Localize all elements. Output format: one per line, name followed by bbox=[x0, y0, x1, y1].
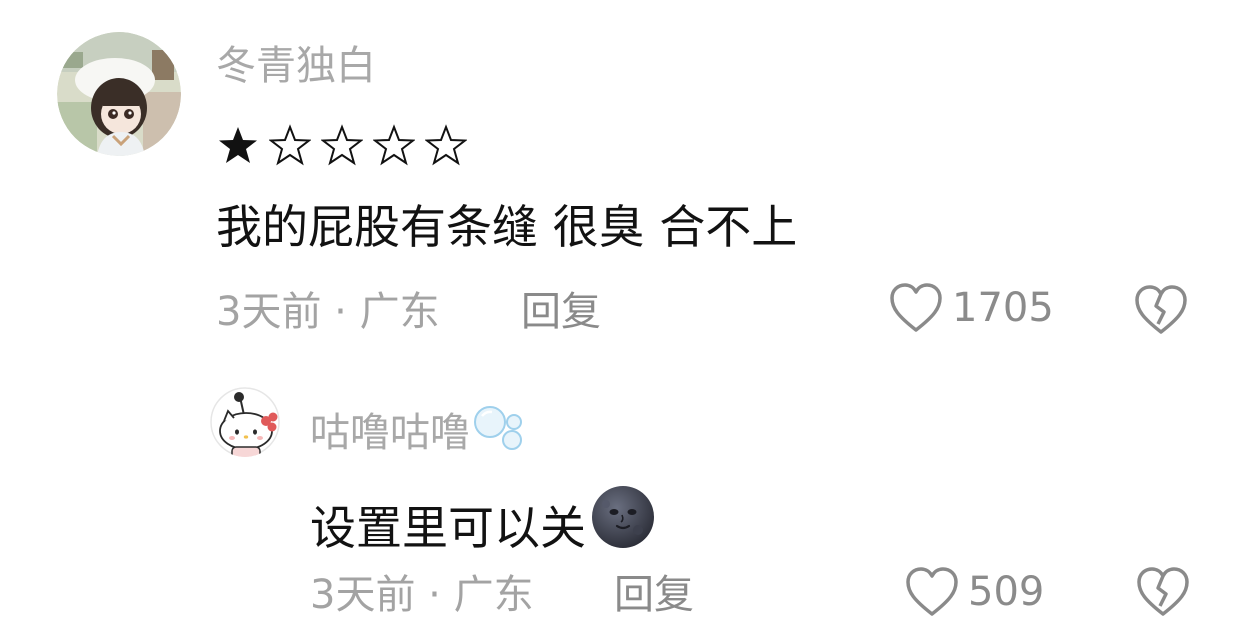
comment-text-content: 设置里可以关 bbox=[310, 501, 586, 555]
comment-meta: 3天前 · 广东 bbox=[310, 572, 534, 618]
star-outline-icon bbox=[373, 124, 415, 166]
heart-outline-icon bbox=[906, 567, 958, 616]
dislike-button[interactable] bbox=[1135, 566, 1191, 622]
comment-item: 冬青独白 我的屁股有条缝 很臭 合不上 3天前 · 广东 回复 1705 bbox=[0, 0, 1256, 360]
new-moon-face-emoji bbox=[592, 486, 654, 548]
comment-meta: 3天前 · 广东 bbox=[216, 289, 440, 335]
reply-comment-item: 咕噜咕噜 设置里可以关 3天前 · 广东 回复 509 bbox=[0, 360, 1256, 628]
like-button[interactable]: 509 bbox=[904, 566, 1044, 618]
star-rating bbox=[217, 124, 467, 166]
like-button[interactable]: 1705 bbox=[888, 282, 1054, 334]
username-text: 咕噜咕噜 bbox=[310, 410, 470, 456]
username[interactable]: 冬青独白 bbox=[216, 46, 376, 86]
star-outline-icon bbox=[425, 124, 467, 166]
user-avatar[interactable] bbox=[57, 32, 181, 156]
star-outline-icon bbox=[321, 124, 363, 166]
dislike-button[interactable] bbox=[1133, 284, 1189, 340]
bubbles-icon bbox=[474, 406, 522, 450]
comment-text: 我的屁股有条缝 很臭 合不上 bbox=[216, 200, 798, 254]
reply-button[interactable]: 回复 bbox=[614, 575, 694, 615]
reply-button[interactable]: 回复 bbox=[521, 292, 601, 332]
star-outline-icon bbox=[269, 124, 311, 166]
user-avatar[interactable] bbox=[210, 387, 280, 457]
comment-text: 设置里可以关 bbox=[310, 484, 656, 551]
like-count: 509 bbox=[968, 569, 1045, 615]
broken-heart-icon bbox=[1135, 285, 1187, 334]
username[interactable]: 咕噜咕噜 bbox=[310, 404, 528, 454]
like-count: 1705 bbox=[952, 285, 1054, 331]
heart-outline-icon bbox=[890, 283, 942, 332]
star-filled-icon bbox=[219, 127, 257, 163]
broken-heart-icon bbox=[1137, 567, 1189, 616]
